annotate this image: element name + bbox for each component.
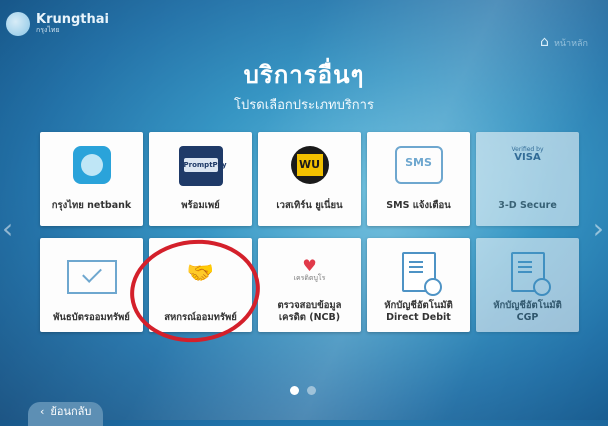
tile-label: 3-D Secure <box>498 200 557 211</box>
tile-cgp-debit[interactable]: หักบัญชีอัตโนมัติ CGP <box>476 238 579 332</box>
tile-label: กรุงไทย netbank <box>51 200 132 211</box>
heart-icon: ♥ <box>302 256 317 275</box>
home-label[interactable]: หน้าหลัก <box>554 36 588 50</box>
tile-label: พร้อมเพย์ <box>181 200 220 211</box>
back-label: ย้อนกลับ <box>50 405 92 418</box>
visa-logo-icon: Verified by VISA <box>511 146 544 163</box>
document-clock-icon <box>401 252 442 296</box>
tile-ktb-netbank[interactable]: กรุงไทย netbank <box>40 132 143 226</box>
tile-label: ตรวจสอบข้อมูล เครดิต (NCB) <box>277 300 342 323</box>
credit-bureau-logo: ♥ เครดิตบูโร <box>293 256 326 283</box>
brand-name: Krungthai <box>36 12 109 27</box>
prev-page-arrow-icon[interactable]: ‹ <box>2 215 13 243</box>
promptpay-logo-icon: PromptPay <box>178 146 227 186</box>
tile-promptpay[interactable]: PromptPay พร้อมเพย์ <box>149 132 252 226</box>
tile-label: SMS แจ้งเตือน <box>386 200 451 211</box>
tile-label: หักบัญชีอัตโนมัติ CGP <box>493 300 562 323</box>
page-dot-active[interactable] <box>290 386 299 395</box>
tile-label: หักบัญชีอัตโนมัติ Direct Debit <box>384 300 453 323</box>
chevron-left-icon: ‹ <box>40 405 45 418</box>
krungthai-logo: Krungthai กรุงไทย <box>6 12 109 36</box>
tile-label: เวสเทิร์น ยูเนี่ยน <box>276 200 343 211</box>
page-dot[interactable] <box>307 386 316 395</box>
back-button[interactable]: ‹ ย้อนกลับ <box>28 402 104 426</box>
tile-label: พันธบัตรออมทรัพย์ <box>53 312 130 323</box>
next-page-arrow-icon[interactable]: › <box>593 215 604 243</box>
tile-3d-secure[interactable]: Verified by VISA 3-D Secure <box>476 132 579 226</box>
sms-icon: SMS <box>394 146 443 184</box>
page-subtitle: โปรดเลือกประเภทบริการ <box>234 98 374 113</box>
tile-sms-alert[interactable]: SMS SMS แจ้งเตือน <box>367 132 470 226</box>
bond-icon <box>66 260 117 294</box>
page-indicator <box>290 386 316 395</box>
ktb-logo-icon <box>72 146 111 184</box>
page-title: บริการอื่นๆ <box>243 61 365 89</box>
tile-direct-debit[interactable]: หักบัญชีอัตโนมัติ Direct Debit <box>367 238 470 332</box>
tile-western-union[interactable]: WU เวสเทิร์น ยูเนี่ยน <box>258 132 361 226</box>
document-clock-icon <box>510 252 551 296</box>
tile-savings-bond[interactable]: พันธบัตรออมทรัพย์ <box>40 238 143 332</box>
brand-sub: กรุงไทย <box>36 26 60 34</box>
bird-emblem-icon <box>6 12 30 36</box>
tile-ncb-credit-check[interactable]: ♥ เครดิตบูโร ตรวจสอบข้อมูล เครดิต (NCB) <box>258 238 361 332</box>
western-union-logo-icon: WU <box>290 146 329 184</box>
